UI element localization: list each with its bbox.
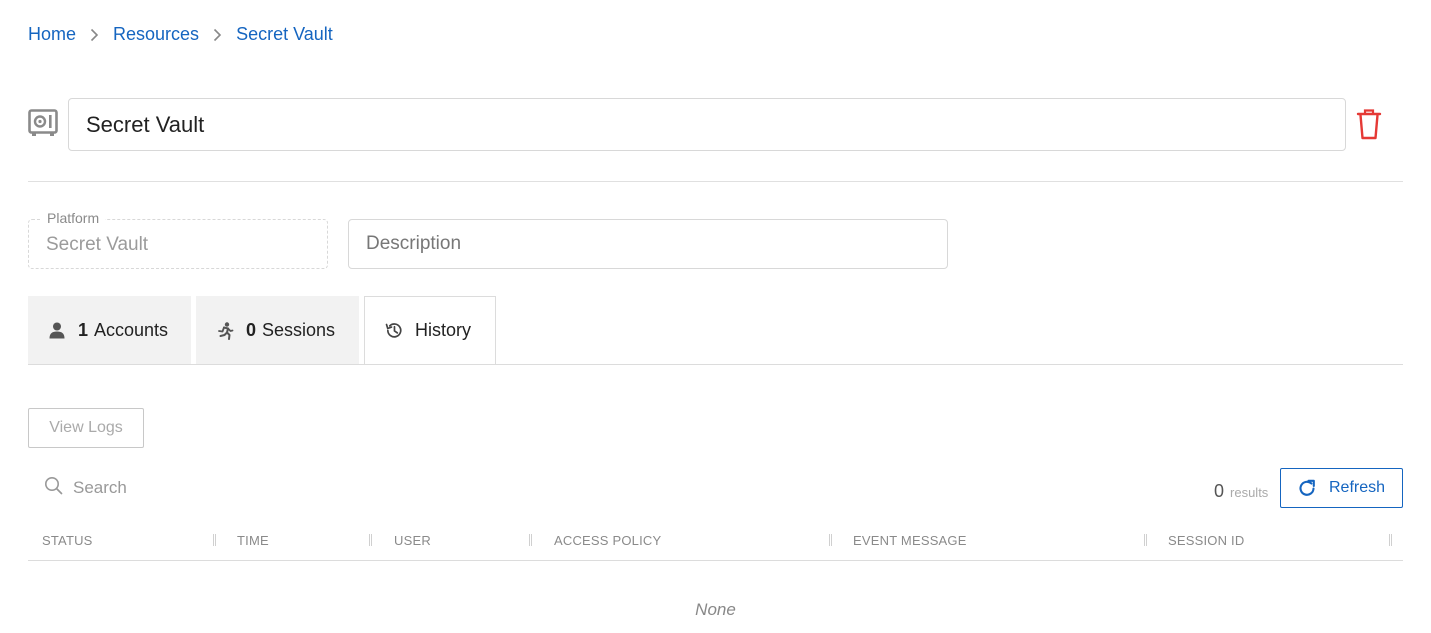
refresh-label: Refresh xyxy=(1328,479,1386,496)
column-header-status[interactable]: STATUS xyxy=(42,533,93,548)
platform-field: Platform Secret Vault xyxy=(28,210,328,269)
trash-icon[interactable] xyxy=(1354,107,1384,141)
search-bar xyxy=(44,476,373,500)
description-input[interactable] xyxy=(348,219,948,269)
column-resize-handle[interactable] xyxy=(529,534,532,546)
tab-sessions-label: Sessions xyxy=(262,320,336,340)
column-header-user[interactable]: USER xyxy=(394,533,431,548)
results-count: 0 xyxy=(1214,481,1225,501)
refresh-icon xyxy=(1298,479,1317,498)
tabs-underline xyxy=(28,364,1403,365)
breadcrumb-home[interactable]: Home xyxy=(28,24,76,45)
user-icon xyxy=(48,322,66,340)
column-resize-handle[interactable] xyxy=(1144,534,1147,546)
table-empty-message: None xyxy=(695,600,736,619)
column-resize-handle[interactable] xyxy=(369,534,372,546)
chevron-right-icon xyxy=(213,28,222,42)
column-resize-handle[interactable] xyxy=(213,534,216,546)
breadcrumb: Home Resources Secret Vault xyxy=(28,24,333,45)
platform-value: Secret Vault xyxy=(46,234,149,255)
column-header-time[interactable]: TIME xyxy=(237,533,269,548)
breadcrumb-secret-vault[interactable]: Secret Vault xyxy=(236,24,333,45)
tab-sessions[interactable]: 0 Sessions xyxy=(196,296,359,365)
column-header-access-policy[interactable]: ACCESS POLICY xyxy=(554,533,661,548)
history-icon xyxy=(385,322,403,340)
table-header-divider xyxy=(28,560,1403,561)
search-input[interactable] xyxy=(73,478,373,498)
divider xyxy=(28,181,1403,182)
vault-icon xyxy=(28,109,58,137)
column-resize-handle[interactable] xyxy=(829,534,832,546)
search-icon xyxy=(44,476,63,500)
column-header-session-id[interactable]: SESSION ID xyxy=(1168,533,1244,548)
breadcrumb-resources[interactable]: Resources xyxy=(113,24,199,45)
tab-history[interactable]: History xyxy=(364,296,496,365)
chevron-right-icon xyxy=(90,28,99,42)
results-counter: 0 results xyxy=(1214,481,1268,502)
column-resize-handle[interactable] xyxy=(1389,534,1392,546)
resource-name-input[interactable] xyxy=(68,98,1346,151)
platform-label: Platform xyxy=(41,210,106,226)
results-label: results xyxy=(1230,485,1269,500)
view-logs-button[interactable]: View Logs xyxy=(28,408,144,448)
column-header-event-message[interactable]: EVENT MESSAGE xyxy=(853,533,967,548)
tab-history-label: History xyxy=(415,320,472,340)
accounts-count: 1 xyxy=(78,320,89,340)
refresh-button[interactable]: Refresh xyxy=(1280,468,1403,508)
running-person-icon xyxy=(216,321,234,340)
sessions-count: 0 xyxy=(246,320,257,340)
tab-accounts-label: Accounts xyxy=(94,320,169,340)
tab-accounts[interactable]: 1 Accounts xyxy=(28,296,191,365)
